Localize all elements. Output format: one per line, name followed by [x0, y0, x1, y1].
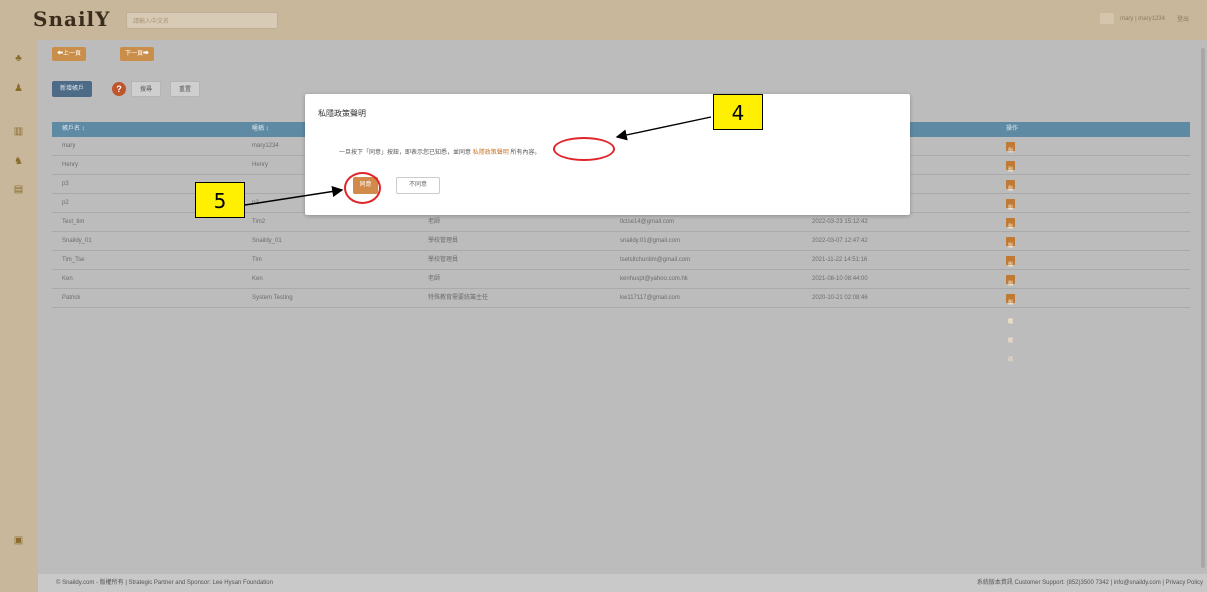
- cell-email: snaildy.01@gmail.com: [620, 238, 681, 244]
- cell-created: 2021-11-22 14:51:16: [812, 257, 868, 263]
- bar-chart-icon[interactable]: ▥: [13, 126, 24, 137]
- delete-button[interactable]: 刪除: [1006, 294, 1016, 325]
- cell-created: 2022-03-07 12:47:42: [812, 238, 868, 244]
- delete-button[interactable]: 刪除: [1006, 218, 1016, 249]
- footer: © Snaildy.com - 版權所有 | Strategic Partner…: [38, 574, 1207, 592]
- highlight-ring-policy-link: [553, 137, 615, 161]
- cell-account: p3: [62, 181, 69, 187]
- next-page-button[interactable]: 下一頁➡: [120, 47, 155, 61]
- delete-button[interactable]: 刪除: [1006, 275, 1016, 306]
- add-account-button[interactable]: 新增帳戶: [52, 81, 93, 97]
- delete-button[interactable]: 刪除: [1006, 142, 1016, 173]
- cell-role: 老師: [428, 276, 441, 282]
- cell-created: 2022-03-23 15:12:42: [812, 219, 868, 225]
- cell-role: 學校管理員: [428, 257, 459, 263]
- cell-account: Patrick: [62, 295, 81, 301]
- cell-role: 學校管理員: [428, 238, 459, 244]
- footer-links[interactable]: 系統版本資訊 Customer Support: (852)3500 7342 …: [977, 574, 1203, 592]
- user-icon[interactable]: ♟: [13, 83, 24, 94]
- scrollbar[interactable]: [1201, 48, 1205, 568]
- col-account[interactable]: 帳戶名 ↕: [62, 122, 85, 137]
- modal-body: 一旦按下「同意」按鈕，即表示您已知悉，並同意 私隱政策聲明 所有內容。: [339, 147, 540, 156]
- cell-created: 2021-08-10 08:44:00: [812, 276, 868, 282]
- delete-button[interactable]: 刪除: [1006, 237, 1016, 268]
- modal-text-after: 所有內容。: [510, 150, 541, 156]
- cell-account: Ken: [62, 276, 73, 282]
- cell-account: Test_tim: [62, 219, 85, 225]
- sidebar: ♣ ♟ ▥ ♞ ▤ ▣: [0, 40, 38, 592]
- help-icon[interactable]: ?: [112, 82, 126, 96]
- footer-copyright: © Snaildy.com - 版權所有 | Strategic Partner…: [56, 580, 273, 586]
- table-row: Patrick System Testing 特殊教育需要統籌主任 kw117117@…: [52, 289, 1190, 363]
- table-row: Snaildy_01 Snaildy_01 學校管理員 snaildy.01@gmai…: [52, 232, 1190, 306]
- delete-button[interactable]: 刪除: [1006, 180, 1016, 211]
- search-input[interactable]: 請輸入中文名: [126, 12, 278, 29]
- modal-text-before: 一旦按下「同意」按鈕，即表示您已知悉，並同意: [339, 150, 472, 156]
- cell-email: kenhuspt@yahoo.com.hk: [620, 276, 688, 282]
- cell-email: kw117117@gmail.com: [620, 295, 680, 301]
- user-label: mary | mary1234: [1120, 16, 1165, 23]
- reset-button[interactable]: 重置: [170, 81, 201, 97]
- cell-role: 特殊教育需要統籌主任: [428, 295, 489, 301]
- col-nickname[interactable]: 暱稱 ↕: [252, 122, 269, 137]
- highlight-ring-agree-button: [344, 172, 381, 204]
- prev-page-button[interactable]: ⬅上一頁: [52, 47, 87, 61]
- modal-title: 私隱政策聲明: [318, 109, 366, 118]
- user-area: mary | mary1234 登出: [1100, 13, 1189, 24]
- cell-account: Henry: [62, 162, 79, 168]
- avatar: [1100, 13, 1115, 24]
- cell-account: Snaildy_01: [62, 238, 92, 244]
- delete-button[interactable]: 刪除: [1006, 199, 1016, 230]
- top-bar: SnailY 請輸入中文名 mary | mary1234 登出: [0, 0, 1207, 40]
- cell-email: tsetsltchuntim@gmail.com: [620, 257, 691, 263]
- cell-nickname: Tim2: [252, 219, 266, 225]
- cell-nickname: Henry: [252, 162, 269, 168]
- table-row: Tim_Tse Tim 學校管理員 tsetsltchuntim@gmail.com 2…: [52, 251, 1190, 325]
- cell-nickname: p2: [252, 200, 259, 206]
- cell-email: tlctse14@gmail.com: [620, 219, 675, 225]
- cell-nickname: Snaildy_01: [252, 238, 282, 244]
- cell-nickname: mary1234: [252, 143, 279, 149]
- privacy-policy-link[interactable]: 私隱政策聲明: [473, 150, 509, 156]
- cell-nickname: Ken: [252, 276, 263, 282]
- table-row: Ken Ken 老師 kenhuspt@yahoo.com.hk 2021-08-10 …: [52, 270, 1190, 344]
- disagree-button[interactable]: 不同意: [396, 177, 440, 194]
- cell-account: mary: [62, 143, 76, 149]
- cell-account: Tim_Tse: [62, 257, 85, 263]
- monitor-icon[interactable]: ▣: [13, 535, 24, 546]
- delete-button[interactable]: 刪除: [1006, 256, 1016, 287]
- callout-step-5: 5: [195, 182, 245, 218]
- cell-nickname: System Testing: [252, 295, 293, 301]
- callout-step-4: 4: [713, 94, 763, 130]
- user-menu[interactable]: mary | mary1234: [1100, 13, 1165, 24]
- users-icon[interactable]: ♣: [13, 53, 24, 64]
- col-actions: 操作: [1006, 126, 1019, 132]
- search-button[interactable]: 搜尋: [131, 81, 162, 97]
- delete-button[interactable]: 刪除: [1006, 161, 1016, 192]
- cell-created: 2020-10-21 02:08:46: [812, 295, 868, 301]
- cell-role: 老師: [428, 219, 441, 225]
- logout-button[interactable]: 登出: [1177, 14, 1189, 23]
- logo[interactable]: SnailY: [33, 7, 110, 31]
- document-icon[interactable]: ▤: [13, 184, 24, 195]
- group-icon[interactable]: ♞: [13, 156, 24, 167]
- cell-nickname: Tim: [252, 257, 262, 263]
- cell-account: p2: [62, 200, 69, 206]
